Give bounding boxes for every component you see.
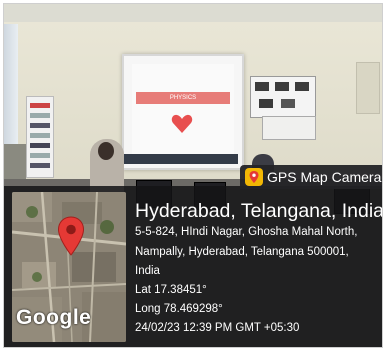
address-line: Nampally, Hyderabad, Telangana 500001, — [135, 246, 349, 258]
latitude: Lat 17.38451° — [135, 284, 207, 296]
wall-poster — [26, 96, 54, 178]
place-title: Hyderabad, Telangana, India — [135, 200, 383, 222]
gps-map-camera-tag: GPS Map Camera — [240, 165, 382, 189]
slide-title: PHYSICS — [136, 92, 230, 104]
student-head — [98, 142, 114, 160]
window — [4, 24, 18, 144]
google-logo: Google — [16, 306, 92, 329]
app-label: GPS Map Camera — [267, 169, 382, 185]
air-conditioner — [262, 116, 316, 140]
wall-panel — [356, 62, 380, 114]
projector-screen: PHYSICS — [122, 54, 244, 170]
address-line: 5-5-824, HIndi Nagar, Ghosha Mahal North… — [135, 226, 358, 238]
presentation-slide: PHYSICS — [132, 64, 234, 154]
longitude: Long 78.469298° — [135, 303, 223, 315]
photo-frame: PHYSICS GPS Map Camera Google Hyderabad,… — [3, 3, 383, 348]
electronics-display-board — [250, 76, 316, 118]
map-thumbnail: Google — [12, 192, 126, 342]
address-line: India — [135, 265, 160, 277]
slide-taskbar — [124, 154, 238, 164]
timestamp: 24/02/23 12:39 PM GMT +05:30 — [135, 322, 300, 334]
gps-map-camera-icon — [245, 168, 263, 186]
location-pin-icon — [57, 216, 85, 256]
heart-graphic — [171, 114, 193, 133]
